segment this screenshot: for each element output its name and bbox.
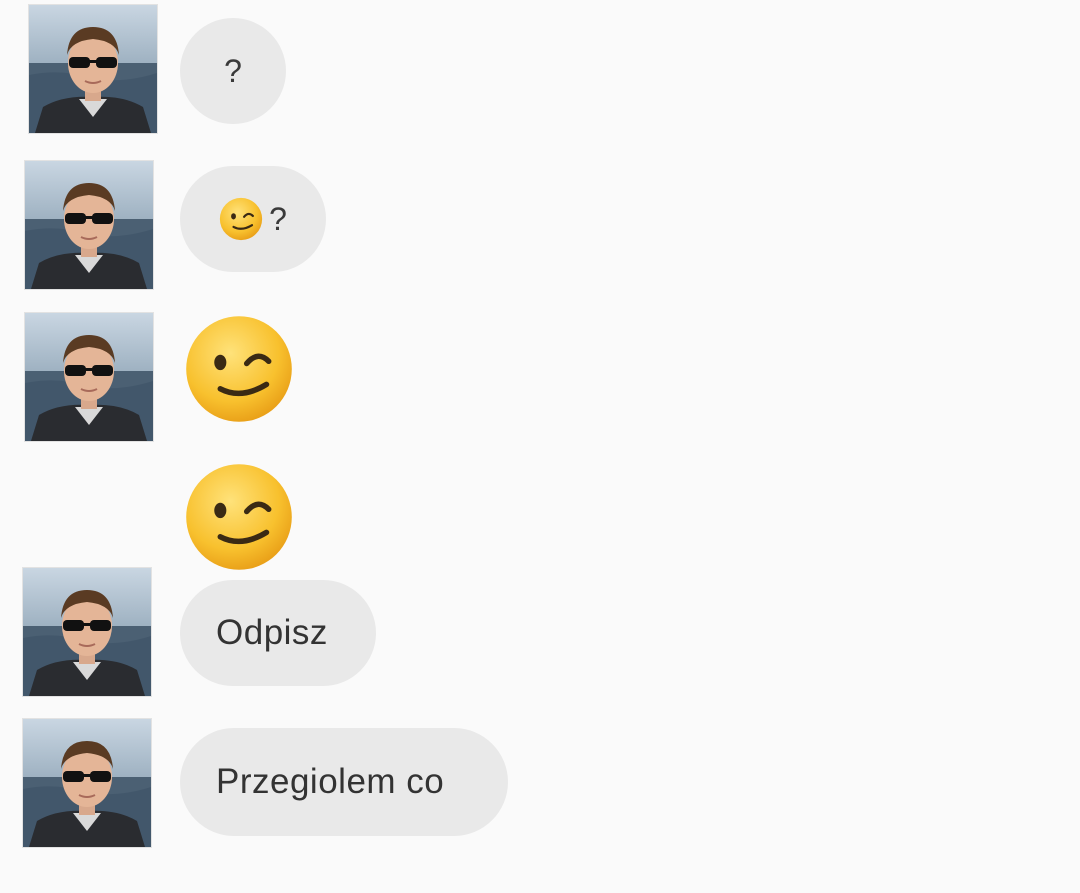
- message-text: ?: [269, 200, 287, 237]
- avatar[interactable]: [24, 160, 154, 290]
- wink-emoji-icon: [219, 197, 264, 241]
- message-bubble[interactable]: Przegiolem co: [180, 728, 508, 836]
- avatar[interactable]: [22, 718, 152, 848]
- message-bubble[interactable]: ?: [180, 18, 286, 124]
- message-text: Przegiolem co: [216, 762, 445, 801]
- wink-emoji-icon[interactable]: [184, 314, 294, 424]
- message-text: ?: [224, 52, 242, 89]
- wink-emoji-icon[interactable]: [184, 462, 294, 572]
- avatar[interactable]: [22, 567, 152, 697]
- avatar[interactable]: [24, 312, 154, 442]
- message-text: Odpisz: [216, 613, 328, 652]
- avatar[interactable]: [28, 4, 158, 134]
- message-bubble[interactable]: Odpisz: [180, 580, 376, 686]
- chat-conversation: ? ? Odpisz Przegiolem co: [0, 0, 1080, 893]
- message-bubble[interactable]: ?: [180, 166, 326, 272]
